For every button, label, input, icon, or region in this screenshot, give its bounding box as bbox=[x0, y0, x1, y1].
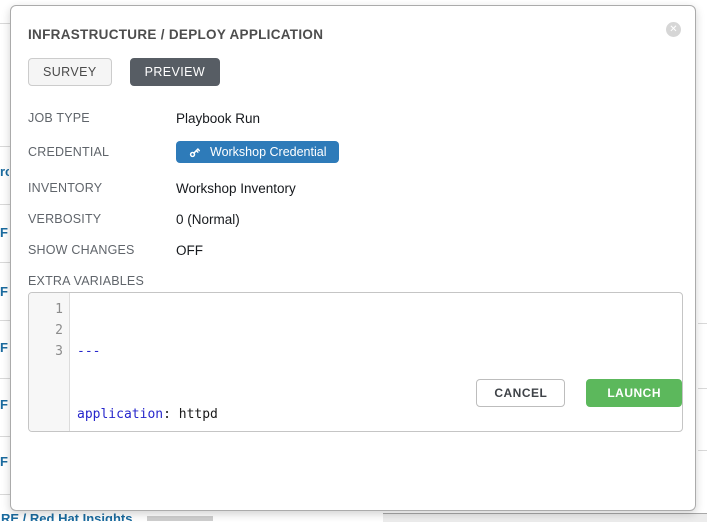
bg-link-fragment: F bbox=[0, 454, 9, 470]
line-number: 1 bbox=[29, 299, 63, 320]
key-icon bbox=[188, 146, 201, 159]
field-label: JOB TYPE bbox=[28, 111, 176, 125]
field-row-verbosity: VERBOSITY 0 (Normal) bbox=[28, 211, 678, 227]
credential-badge[interactable]: Workshop Credential bbox=[176, 141, 339, 163]
bg-row-divider bbox=[0, 436, 10, 437]
editor-line-gutter: 1 2 3 bbox=[29, 293, 70, 431]
tab-bar: SURVEY PREVIEW bbox=[28, 58, 678, 86]
line-number: 3 bbox=[29, 341, 63, 362]
bg-link-fragment: F bbox=[0, 284, 9, 300]
deploy-application-modal: INFRASTRUCTURE / DEPLOY APPLICATION ✕ SU… bbox=[10, 5, 696, 511]
code-line: application: httpd bbox=[77, 404, 682, 425]
field-label: SHOW CHANGES bbox=[28, 243, 176, 257]
job-details: JOB TYPE Playbook Run CREDENTIAL bbox=[28, 110, 678, 258]
bg-row-divider bbox=[0, 262, 10, 263]
credential-badge-label: Workshop Credential bbox=[210, 145, 327, 159]
bg-breadcrumb-fragment: RE / Red Hat Insights bbox=[1, 512, 141, 521]
field-row-credential: CREDENTIAL Workshop Credential bbox=[28, 141, 678, 163]
modal-footer: CANCEL LAUNCH bbox=[476, 379, 682, 407]
field-value: Playbook Run bbox=[176, 111, 260, 126]
editor-code-area[interactable]: --- application: httpd bbox=[70, 293, 682, 431]
bg-link-fragment: F bbox=[0, 397, 9, 413]
code-line: --- bbox=[77, 341, 682, 362]
line-number: 2 bbox=[29, 320, 63, 341]
bg-chip-fragment bbox=[147, 516, 213, 521]
field-label: INVENTORY bbox=[28, 181, 176, 195]
bg-row-divider bbox=[698, 323, 707, 324]
bg-row-divider bbox=[0, 146, 10, 147]
modal-title: INFRASTRUCTURE / DEPLOY APPLICATION bbox=[28, 27, 678, 42]
field-label: CREDENTIAL bbox=[28, 145, 176, 159]
bg-row-divider bbox=[0, 320, 10, 321]
bg-row-divider bbox=[698, 450, 707, 451]
bg-row-divider bbox=[0, 378, 10, 379]
bg-row-divider bbox=[0, 23, 10, 24]
bg-link-fragment: F bbox=[0, 225, 9, 241]
close-icon[interactable]: ✕ bbox=[666, 22, 681, 37]
bg-row-divider bbox=[0, 494, 10, 495]
field-value: Workshop Inventory bbox=[176, 181, 296, 196]
field-value: 0 (Normal) bbox=[176, 212, 240, 227]
bg-link-fragment: rc bbox=[0, 164, 9, 180]
tab-survey[interactable]: SURVEY bbox=[28, 58, 112, 86]
cancel-button[interactable]: CANCEL bbox=[476, 379, 565, 407]
launch-button[interactable]: LAUNCH bbox=[586, 379, 682, 407]
bg-link-fragment: F bbox=[0, 340, 9, 356]
extra-variables-label: EXTRA VARIABLES bbox=[28, 274, 678, 288]
bg-row-divider bbox=[0, 204, 10, 205]
extra-variables-editor: 1 2 3 --- application: httpd bbox=[28, 292, 683, 432]
field-row-job-type: JOB TYPE Playbook Run bbox=[28, 110, 678, 126]
field-row-inventory: INVENTORY Workshop Inventory bbox=[28, 180, 678, 196]
field-label: VERBOSITY bbox=[28, 212, 176, 226]
field-row-show-changes: SHOW CHANGES OFF bbox=[28, 242, 678, 258]
field-value: OFF bbox=[176, 243, 203, 258]
tab-preview[interactable]: PREVIEW bbox=[130, 58, 220, 86]
bg-row-divider bbox=[698, 388, 707, 389]
